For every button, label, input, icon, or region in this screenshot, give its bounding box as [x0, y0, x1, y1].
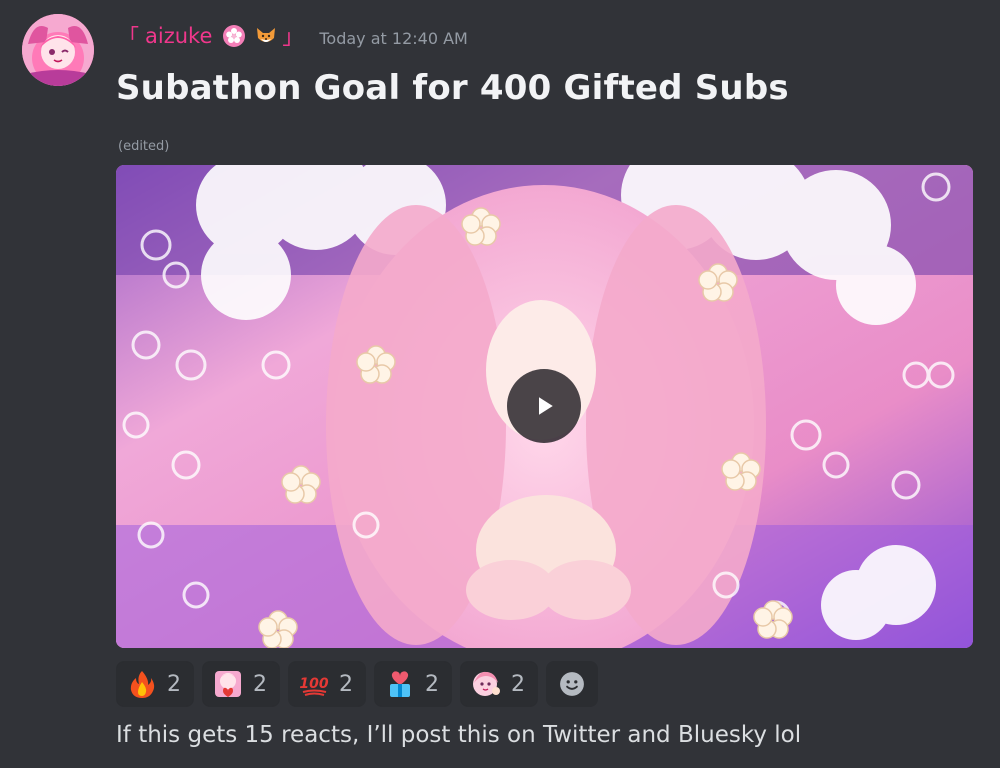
- reaction-hundred-points[interactable]: 100 2: [288, 661, 366, 707]
- message-timestamp[interactable]: Today at 12:40 AM: [319, 29, 467, 48]
- play-button[interactable]: [507, 369, 581, 443]
- fire-emoji-icon: [127, 669, 157, 699]
- username-bracket-close: 」: [282, 25, 304, 49]
- reaction-count: 2: [253, 671, 267, 697]
- message-heading: Subathon Goal for 400 Gifted Subs: [116, 68, 789, 108]
- reaction-count: 2: [339, 671, 353, 697]
- username-bracket-open: 「: [118, 25, 139, 49]
- reaction-anime-heart[interactable]: 2: [202, 661, 280, 707]
- avatar[interactable]: [22, 14, 94, 86]
- fox-emoji-icon: [254, 24, 278, 48]
- smile-icon: [560, 672, 584, 696]
- avatar-image: [22, 14, 94, 86]
- reaction-heart-gift[interactable]: 2: [374, 661, 452, 707]
- anime-heart-emoji-icon: [213, 669, 243, 699]
- message-header: 「 aizuke 」 Today at 12:40 AM: [118, 18, 468, 54]
- hundred-points-emoji-icon: 100: [299, 669, 329, 699]
- message-content: If this gets 15 reacts, I’ll post this o…: [116, 722, 802, 748]
- reaction-anime-wave[interactable]: 2: [460, 661, 538, 707]
- discord-message: 「 aizuke 」 Today at 12:40 AM Subathon Go…: [0, 0, 1000, 768]
- reaction-count: 2: [511, 671, 525, 697]
- anime-wave-emoji-icon: [471, 669, 501, 699]
- username[interactable]: 「 aizuke 」: [118, 21, 303, 51]
- add-reaction-button[interactable]: [546, 661, 598, 707]
- reaction-count: 2: [425, 671, 439, 697]
- edited-label: (edited): [118, 139, 170, 154]
- reactions-bar: 2 2 100 2 2 2: [116, 661, 598, 707]
- cherry-blossom-emoji-icon: [222, 24, 246, 48]
- username-text: aizuke: [145, 24, 213, 48]
- heart-gift-emoji-icon: [385, 669, 415, 699]
- video-attachment[interactable]: [116, 165, 973, 648]
- reaction-count: 2: [167, 671, 181, 697]
- reaction-fire[interactable]: 2: [116, 661, 194, 707]
- play-icon: [539, 397, 553, 415]
